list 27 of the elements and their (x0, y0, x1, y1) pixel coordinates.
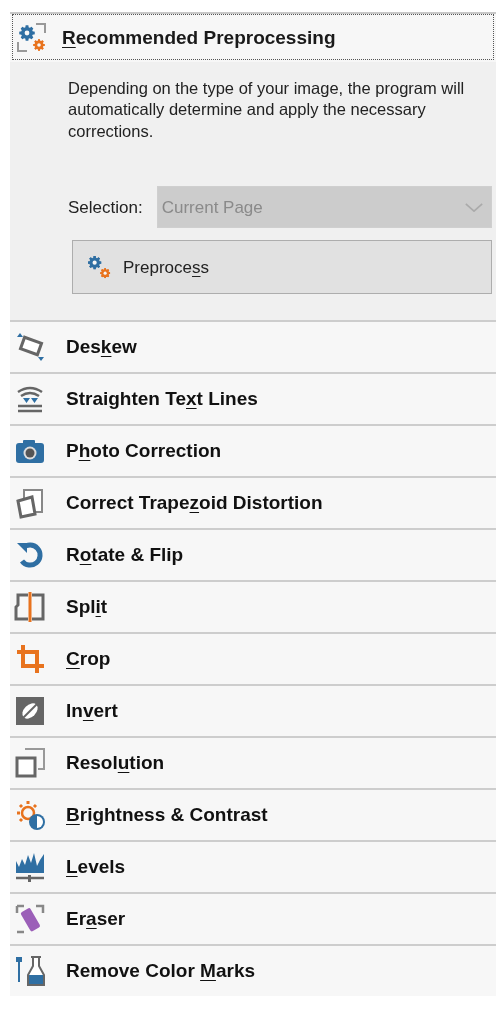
tool-item[interactable]: Crop (10, 632, 496, 685)
trapezoid-icon (14, 487, 46, 520)
tool-item[interactable]: Eraser (10, 892, 496, 945)
invert-icon (14, 695, 46, 728)
tool-item[interactable]: Split (10, 580, 496, 633)
eraser-icon (14, 903, 46, 936)
crop-icon (14, 643, 46, 676)
tool-item[interactable]: Resolution (10, 736, 496, 789)
tool-item[interactable]: Straighten Text Lines (10, 372, 496, 425)
tool-item[interactable]: Rotate & Flip (10, 528, 496, 581)
split-icon (14, 591, 46, 624)
tool-item[interactable]: Levels (10, 840, 496, 893)
selection-label: Selection: (68, 196, 143, 219)
tool-item[interactable]: Deskew (10, 320, 496, 373)
tool-item[interactable]: Photo Correction (10, 424, 496, 477)
tool-item[interactable]: Brightness & Contrast (10, 788, 496, 841)
tool-item[interactable]: Invert (10, 684, 496, 737)
tool-item[interactable]: Remove Color Marks (10, 944, 496, 997)
preprocess-button[interactable]: Preprocess (72, 240, 492, 295)
section-header[interactable]: Recommended Preprocessing (10, 12, 496, 62)
chevron-down-icon (465, 202, 483, 212)
tool-item[interactable]: Correct Trapezoid Distortion (10, 476, 496, 529)
description-text: Depending on the type of your image, the program will automatically determine and apply the necessary corrections. (68, 78, 466, 142)
brightness-icon (14, 799, 46, 832)
flask-icon (14, 955, 46, 988)
resolution-icon (14, 747, 46, 780)
gears-icon (16, 22, 48, 54)
